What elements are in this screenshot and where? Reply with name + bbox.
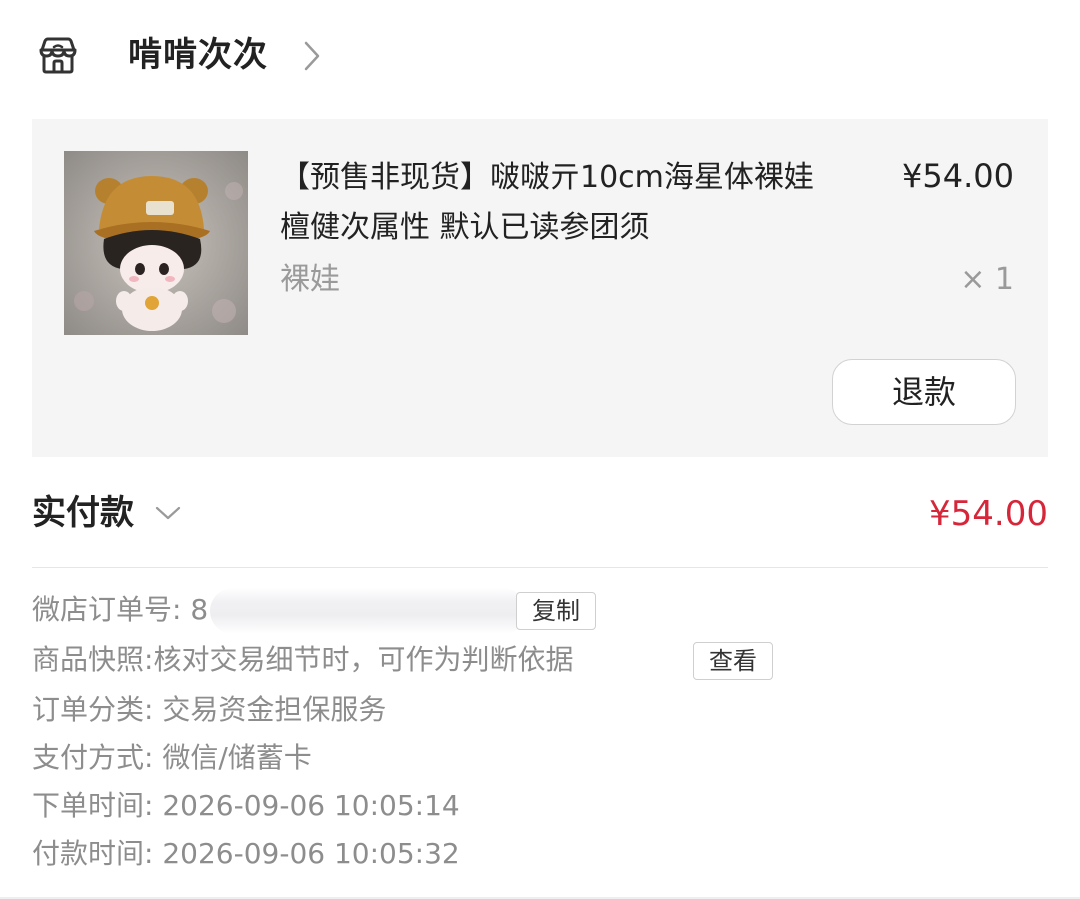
product-quantity: × 1 [960, 262, 1014, 297]
shop-icon [39, 37, 77, 74]
product-price: ¥54.00 [902, 157, 1014, 195]
copy-button[interactable]: 复制 [516, 592, 596, 630]
order-category-line: 订单分类: 交易资金担保服务 [32, 690, 386, 730]
actual-payment-amount: ¥54.00 [929, 494, 1048, 534]
shop-name: 啃啃次次 [128, 35, 268, 75]
order-detail-page: 啃啃次次 【预售非现货】啵啵亓10cm海星体裸娃 檀健次属性 默认已读参团须 ¥… [0, 0, 1080, 899]
product-variant: 裸娃 [280, 262, 340, 297]
payment-method-label: 支付方式: [32, 741, 154, 774]
product-thumbnail[interactable] [64, 151, 248, 335]
snapshot-line: 商品快照:核对交易细节时，可作为判断依据 [32, 640, 573, 680]
payment-method-line: 支付方式: 微信/储蓄卡 [32, 738, 312, 778]
order-time-value: 2026-09-06 10:05:14 [162, 789, 460, 822]
product-image [64, 151, 248, 335]
order-time-label: 下单时间: [32, 789, 154, 822]
payment-method-value: 微信/储蓄卡 [162, 741, 312, 774]
order-number-label: 微店订单号: [32, 593, 182, 626]
view-snapshot-button[interactable]: 查看 [693, 642, 773, 680]
product-card[interactable]: 【预售非现货】啵啵亓10cm海星体裸娃 檀健次属性 默认已读参团须 ¥54.00… [32, 119, 1048, 457]
product-title[interactable]: 【预售非现货】啵啵亓10cm海星体裸娃 檀健次属性 默认已读参团须 [280, 153, 820, 253]
order-number-value: 8 [190, 593, 209, 626]
divider [32, 567, 1048, 568]
payment-time-label: 付款时间: [32, 837, 154, 870]
payment-time-value: 2026-09-06 10:05:32 [162, 837, 460, 870]
order-number-line: 微店订单号: 8 [32, 590, 208, 630]
order-category-value: 交易资金担保服务 [162, 693, 387, 726]
snapshot-value: 核对交易细节时，可作为判断依据 [153, 643, 574, 676]
chevron-down-icon[interactable] [154, 502, 182, 524]
refund-button[interactable]: 退款 [832, 359, 1016, 425]
actual-payment-row[interactable]: 实付款 ¥54.00 [32, 482, 1048, 546]
chevron-right-icon [304, 41, 320, 71]
payment-time-line: 付款时间: 2026-09-06 10:05:32 [32, 834, 460, 874]
order-category-label: 订单分类: [32, 693, 154, 726]
actual-payment-label: 实付款 [32, 493, 134, 533]
snapshot-label: 商品快照: [32, 643, 154, 676]
order-number-redaction [210, 588, 526, 634]
order-time-line: 下单时间: 2026-09-06 10:05:14 [32, 786, 460, 826]
shop-header[interactable]: 啃啃次次 [0, 0, 1080, 112]
